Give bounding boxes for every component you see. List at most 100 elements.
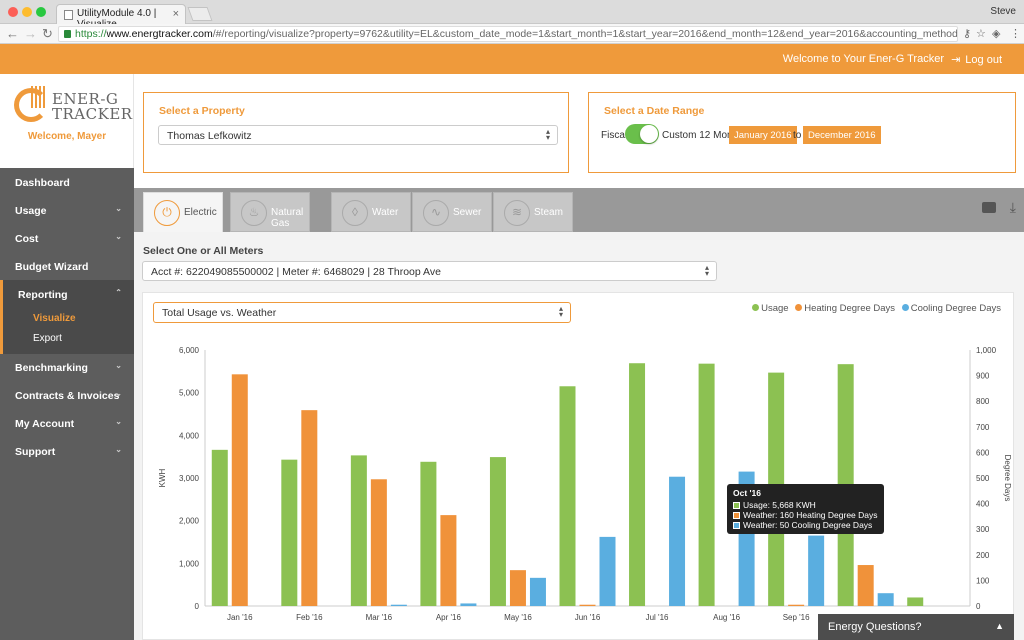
chevron-down-icon: ⌄ <box>115 445 122 454</box>
sidebar-item-cost[interactable]: Cost ⌄ <box>0 224 134 252</box>
x-tick-label: Sep '16 <box>783 613 810 622</box>
select-arrows-icon: ▴ ▾ <box>704 263 709 278</box>
new-tab-button[interactable] <box>187 7 213 21</box>
sidebar-item-label: Cost <box>15 233 39 245</box>
bar-heating-degree-days <box>857 565 874 606</box>
sidebar-item-support[interactable]: Support ⌄ <box>0 437 134 465</box>
browser-user-name[interactable]: Steve <box>990 6 1016 17</box>
x-tick-label: Aug '16 <box>713 613 740 622</box>
y-axis-title: KWH <box>158 468 167 487</box>
browser-tab-bar: UtilityModule 4.0 | Visualize × Steve <box>0 0 1024 30</box>
maximize-window-button[interactable] <box>36 7 46 17</box>
tooltip-cooling-swatch <box>733 522 740 529</box>
fiscal-custom-toggle[interactable] <box>625 124 659 144</box>
fiscal-label: Fiscal <box>601 130 628 141</box>
y-tick-label: 1,000 <box>179 559 200 568</box>
sidebar-item-dashboard[interactable]: Dashboard <box>0 168 134 196</box>
close-tab-icon[interactable]: × <box>173 8 179 20</box>
x-tick-label: Apr '16 <box>436 613 462 622</box>
bar-usage <box>629 363 646 606</box>
sidebar-item-label: My Account <box>15 418 75 430</box>
y-tick-label: 4,000 <box>179 431 200 440</box>
tab-natural-gas[interactable]: ♨ Natural Gas <box>230 192 310 232</box>
logout-link[interactable]: ⇥ Log out <box>951 53 1002 66</box>
tooltip-usage: Usage: 5,668 KWH <box>743 500 816 510</box>
download-icon[interactable]: ⤓ <box>1010 199 1016 216</box>
pipe-icon: ∿ <box>423 200 449 226</box>
to-label: to <box>793 130 802 141</box>
menu-icon[interactable]: ⋮ <box>1010 27 1021 40</box>
toggle-knob <box>640 125 658 143</box>
utility-tab-bar: ⏻ Electric ♨ Natural Gas ◊ Water ∿ Sewer… <box>134 188 1024 233</box>
bar-heating-degree-days <box>509 570 526 606</box>
minimize-window-button[interactable] <box>22 7 32 17</box>
property-panel: Select a Property Thomas Lefkowitz ▴ ▾ <box>143 92 569 173</box>
bar-usage <box>420 461 437 606</box>
y-axis-right-title: Degree Days <box>1003 455 1012 502</box>
tab-steam[interactable]: ≋ Steam <box>493 192 573 232</box>
chart-card: Total Usage vs. Weather ▴ ▾ Usage Heating… <box>142 292 1014 640</box>
print-icon[interactable] <box>982 202 996 213</box>
tab-sewer[interactable]: ∿ Sewer <box>412 192 492 232</box>
sidebar-item-my-account[interactable]: My Account ⌄ <box>0 409 134 437</box>
browser-toolbar: ← → ↻ https://www.energtracker.com/#/rep… <box>0 24 1024 44</box>
chevron-down-icon: ⌄ <box>115 389 122 398</box>
y-right-tick-label: 100 <box>976 576 990 585</box>
y-right-tick-label: 0 <box>976 602 981 611</box>
back-arrow-icon[interactable]: ← <box>6 26 19 41</box>
start-date-button[interactable]: January 2016 <box>729 126 797 144</box>
energy-questions-widget[interactable]: Energy Questions? ▲ <box>818 614 1014 640</box>
tab-label: Natural Gas <box>271 207 304 229</box>
browser-tab[interactable]: UtilityModule 4.0 | Visualize × <box>56 4 186 30</box>
sidebar-item-label: Budget Wizard <box>15 261 89 273</box>
bar-cooling-degree-days <box>529 577 546 606</box>
end-date-button[interactable]: December 2016 <box>803 126 881 144</box>
key-icon[interactable]: ⚷ <box>963 27 971 40</box>
bar-usage <box>559 386 576 606</box>
flame-icon: ♨ <box>241 200 267 226</box>
close-window-button[interactable] <box>8 7 18 17</box>
sidebar-item-budget-wizard[interactable]: Budget Wizard <box>0 252 134 280</box>
water-drop-icon: ◊ <box>342 200 368 226</box>
y-tick-label: 2,000 <box>179 517 200 526</box>
address-bar[interactable]: https://www.energtracker.com/#/reporting… <box>58 26 958 42</box>
sidebar-item-benchmarking[interactable]: Benchmarking ⌄ <box>0 353 134 381</box>
reload-icon[interactable]: ↻ <box>42 26 53 42</box>
x-tick-label: Feb '16 <box>296 613 323 622</box>
x-tick-label: Jun '16 <box>575 613 601 622</box>
sidebar-item-usage[interactable]: Usage ⌄ <box>0 196 134 224</box>
url-host: www.energtracker.com <box>106 28 213 40</box>
sidebar-item-reporting[interactable]: Reporting ⌃ <box>0 280 134 308</box>
y-right-tick-label: 500 <box>976 474 990 483</box>
tab-label: Steam <box>534 207 563 218</box>
lock-icon <box>64 30 71 38</box>
bar-heating-degree-days <box>440 515 457 606</box>
sidebar-item-label: Usage <box>15 205 47 217</box>
submenu-item-visualize[interactable]: Visualize <box>33 313 76 324</box>
sidebar: ENER-G TRACKER Welcome, Mayer Dashboard … <box>0 74 134 640</box>
property-select[interactable]: Thomas Lefkowitz ▴ ▾ <box>158 125 558 145</box>
date-range-panel: Select a Date Range Fiscal Custom 12 Mon… <box>588 92 1016 173</box>
bar-heating-degree-days <box>301 410 318 606</box>
star-icon[interactable]: ☆ <box>976 27 986 40</box>
tooltip-cooling: Weather: 50 Cooling Degree Days <box>743 520 873 530</box>
logout-icon: ⇥ <box>951 54 961 66</box>
meter-select[interactable]: Acct #: 622049085500002 | Meter #: 64680… <box>142 261 717 281</box>
y-right-tick-label: 200 <box>976 551 990 560</box>
y-tick-label: 3,000 <box>179 474 200 483</box>
extension-icon[interactable]: ◈ <box>992 27 1000 40</box>
logo-bars-icon <box>31 86 45 108</box>
tab-electric[interactable]: ⏻ Electric <box>143 192 223 233</box>
submenu-item-export[interactable]: Export <box>33 333 62 344</box>
bar-cooling-degree-days <box>460 603 477 606</box>
y-tick-label: 0 <box>195 602 200 611</box>
property-select-value: Thomas Lefkowitz <box>167 130 252 142</box>
logout-label: Log out <box>965 54 1002 66</box>
page-icon <box>64 10 73 20</box>
chevron-down-icon: ⌄ <box>115 417 122 426</box>
chevron-down-icon: ⌄ <box>115 204 122 213</box>
forward-arrow-icon[interactable]: → <box>24 26 37 41</box>
tab-water[interactable]: ◊ Water <box>331 192 411 232</box>
reporting-submenu: Visualize Export <box>0 304 134 354</box>
sidebar-item-contracts-invoices[interactable]: Contracts & Invoices ⌄ <box>0 381 134 409</box>
